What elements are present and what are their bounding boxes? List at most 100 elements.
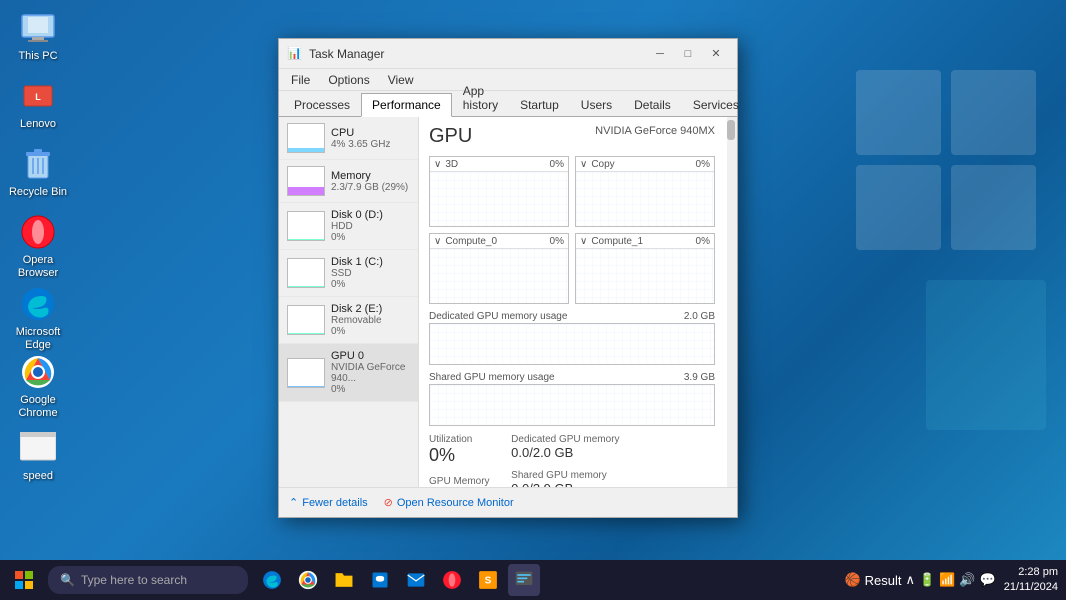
windows-icon xyxy=(15,571,33,589)
disk1-fill xyxy=(288,286,324,287)
gpu0-sub: NVIDIA GeForce 940... xyxy=(331,362,410,384)
start-button[interactable] xyxy=(0,560,48,600)
recycle-bin-icon xyxy=(20,146,56,182)
opera-label: Opera Browser xyxy=(18,254,58,280)
gpu0-name: GPU 0 xyxy=(331,350,410,362)
gpu-model: NVIDIA GeForce 940MX xyxy=(595,125,715,137)
taskbar-edge-icon[interactable] xyxy=(256,564,288,596)
tab-processes[interactable]: Processes xyxy=(283,93,361,116)
graph-compute0-chart xyxy=(430,248,568,303)
disk0-sub: HDD xyxy=(331,221,410,232)
menu-file[interactable]: File xyxy=(283,71,318,89)
desktop-icon-chrome[interactable]: Google Chrome xyxy=(8,354,68,420)
this-pc-label: This PC xyxy=(18,50,57,63)
disk0-val: 0% xyxy=(331,232,410,243)
chevron-compute0: ∨ xyxy=(434,236,441,247)
desktop-icon-speed[interactable]: speed xyxy=(8,430,68,483)
search-placeholder: Type here to search xyxy=(81,573,187,587)
gpu-header: GPU NVIDIA GeForce 940MX xyxy=(429,125,715,148)
disk0-name: Disk 0 (D:) xyxy=(331,209,410,221)
lenovo-label: Lenovo xyxy=(20,118,56,131)
taskbar: 🔍 Type here to search xyxy=(0,560,1066,600)
tab-services[interactable]: Services xyxy=(682,93,750,116)
taskbar-store-icon[interactable] xyxy=(364,564,396,596)
sidebar-item-disk1[interactable]: Disk 1 (C:) SSD 0% xyxy=(279,250,418,297)
dedicated-label: Dedicated GPU memory usage xyxy=(429,311,567,322)
sidebar-item-gpu0[interactable]: GPU 0 NVIDIA GeForce 940... 0% xyxy=(279,344,418,402)
taskbar-sublime-icon[interactable]: S xyxy=(472,564,504,596)
chrome-taskbar-icon xyxy=(298,570,318,590)
desktop-icon-this-pc[interactable]: This PC xyxy=(8,10,68,63)
tabs-bar: Processes Performance App history Startu… xyxy=(279,91,737,117)
disk1-info: Disk 1 (C:) SSD 0% xyxy=(331,256,410,290)
stat-gpu-memory: GPU Memory 0.0/5.9 GB xyxy=(429,476,491,487)
fewer-details-link[interactable]: ⌃ Fewer details xyxy=(289,496,368,509)
sidebar-item-disk0[interactable]: Disk 0 (D:) HDD 0% xyxy=(279,203,418,250)
taskbar-right: 🏀 Result ∧ 🔋 📶 🔊 💬 2:28 pm 21/11/2024 xyxy=(844,565,1066,596)
main-panel: GPU NVIDIA GeForce 940MX ∨ 3D xyxy=(419,117,737,487)
scrollbar-thumb[interactable] xyxy=(727,120,735,140)
cpu-info: CPU 4% 3.65 GHz xyxy=(331,127,410,150)
taskbar-opera-icon[interactable] xyxy=(436,564,468,596)
edge-label: Microsoft Edge xyxy=(16,326,61,352)
sidebar-item-memory[interactable]: Memory 2.3/7.9 GB (29%) xyxy=(279,160,418,203)
gpu0-fill xyxy=(288,386,324,387)
open-resource-monitor-link[interactable]: ⊘ Open Resource Monitor xyxy=(384,496,514,509)
tab-performance[interactable]: Performance xyxy=(361,93,452,117)
taskbar-files-icon[interactable] xyxy=(328,564,360,596)
time-display: 2:28 pm xyxy=(1004,565,1058,580)
close-button[interactable]: ✕ xyxy=(703,44,729,64)
menu-view[interactable]: View xyxy=(380,71,422,89)
graph-compute0-pct: 0% xyxy=(550,236,564,247)
graph-compute0: ∨ Compute_0 0% xyxy=(429,233,569,304)
graph-compute1-svg xyxy=(576,249,714,303)
graph-compute0-label: Compute_0 xyxy=(445,236,497,247)
task-manager-window: 📊 Task Manager ─ □ ✕ File Options View P… xyxy=(278,38,738,518)
cpu-sub: 4% 3.65 GHz xyxy=(331,139,410,150)
stats-section: Utilization 0% GPU Memory 0.0/5.9 GB Ded… xyxy=(429,434,715,487)
disk2-mini-graph xyxy=(287,305,325,335)
sidebar-item-cpu[interactable]: CPU 4% 3.65 GHz xyxy=(279,117,418,160)
graph-copy-pct: 0% xyxy=(696,159,710,170)
gpu0-val: 0% xyxy=(331,384,410,395)
title-bar-buttons: ─ □ ✕ xyxy=(647,44,729,64)
desktop-icon-recycle-bin[interactable]: Recycle Bin xyxy=(8,146,68,199)
taskbar-chrome-icon[interactable] xyxy=(292,564,324,596)
notification-icon[interactable]: 💬 xyxy=(980,572,996,588)
mail-taskbar-icon xyxy=(406,570,426,590)
desktop-icon-lenovo[interactable]: L Lenovo xyxy=(8,78,68,131)
taskbar-mail-icon[interactable] xyxy=(400,564,432,596)
lenovo-icon: L xyxy=(20,78,56,114)
sidebar-item-disk2[interactable]: Disk 2 (E:) Removable 0% xyxy=(279,297,418,344)
desktop-icon-edge[interactable]: Microsoft Edge xyxy=(8,286,68,352)
store-taskbar-icon xyxy=(370,570,390,590)
chevron-fewer-icon: ⌃ xyxy=(289,496,298,509)
tab-details[interactable]: Details xyxy=(623,93,682,116)
svg-text:L: L xyxy=(35,92,41,102)
scrollbar-track[interactable] xyxy=(727,117,737,487)
shared-stat-label: Shared GPU memory xyxy=(511,470,619,481)
basketball-icon: 🏀 xyxy=(844,572,860,588)
tray-chevron[interactable]: ∧ xyxy=(905,572,915,588)
minimize-button[interactable]: ─ xyxy=(647,44,673,64)
tab-app-history[interactable]: App history xyxy=(452,79,509,116)
gpu-title: GPU xyxy=(429,125,472,148)
graph-compute1-label-row: ∨ Compute_1 0% xyxy=(576,234,714,248)
menu-options[interactable]: Options xyxy=(320,71,377,89)
graph-3d-svg xyxy=(430,172,568,226)
footer: ⌃ Fewer details ⊘ Open Resource Monitor xyxy=(279,487,737,517)
chrome-icon xyxy=(20,354,56,390)
clock[interactable]: 2:28 pm 21/11/2024 xyxy=(1004,565,1058,596)
opera-taskbar-icon xyxy=(442,570,462,590)
tab-startup[interactable]: Startup xyxy=(509,93,570,116)
utilization-value: 0% xyxy=(429,446,491,466)
maximize-button[interactable]: □ xyxy=(675,44,701,64)
taskbar-taskmanager-icon[interactable] xyxy=(508,564,540,596)
desktop-icon-opera[interactable]: Opera Browser xyxy=(8,214,68,280)
shared-max: 3.9 GB xyxy=(684,372,715,383)
disk2-fill xyxy=(288,333,324,334)
tab-users[interactable]: Users xyxy=(570,93,623,116)
taskbar-search-box[interactable]: 🔍 Type here to search xyxy=(48,566,248,594)
graph-3d-label-row: ∨ 3D 0% xyxy=(430,157,568,171)
shared-memory-section: Shared GPU memory usage 3.9 GB xyxy=(429,371,715,426)
